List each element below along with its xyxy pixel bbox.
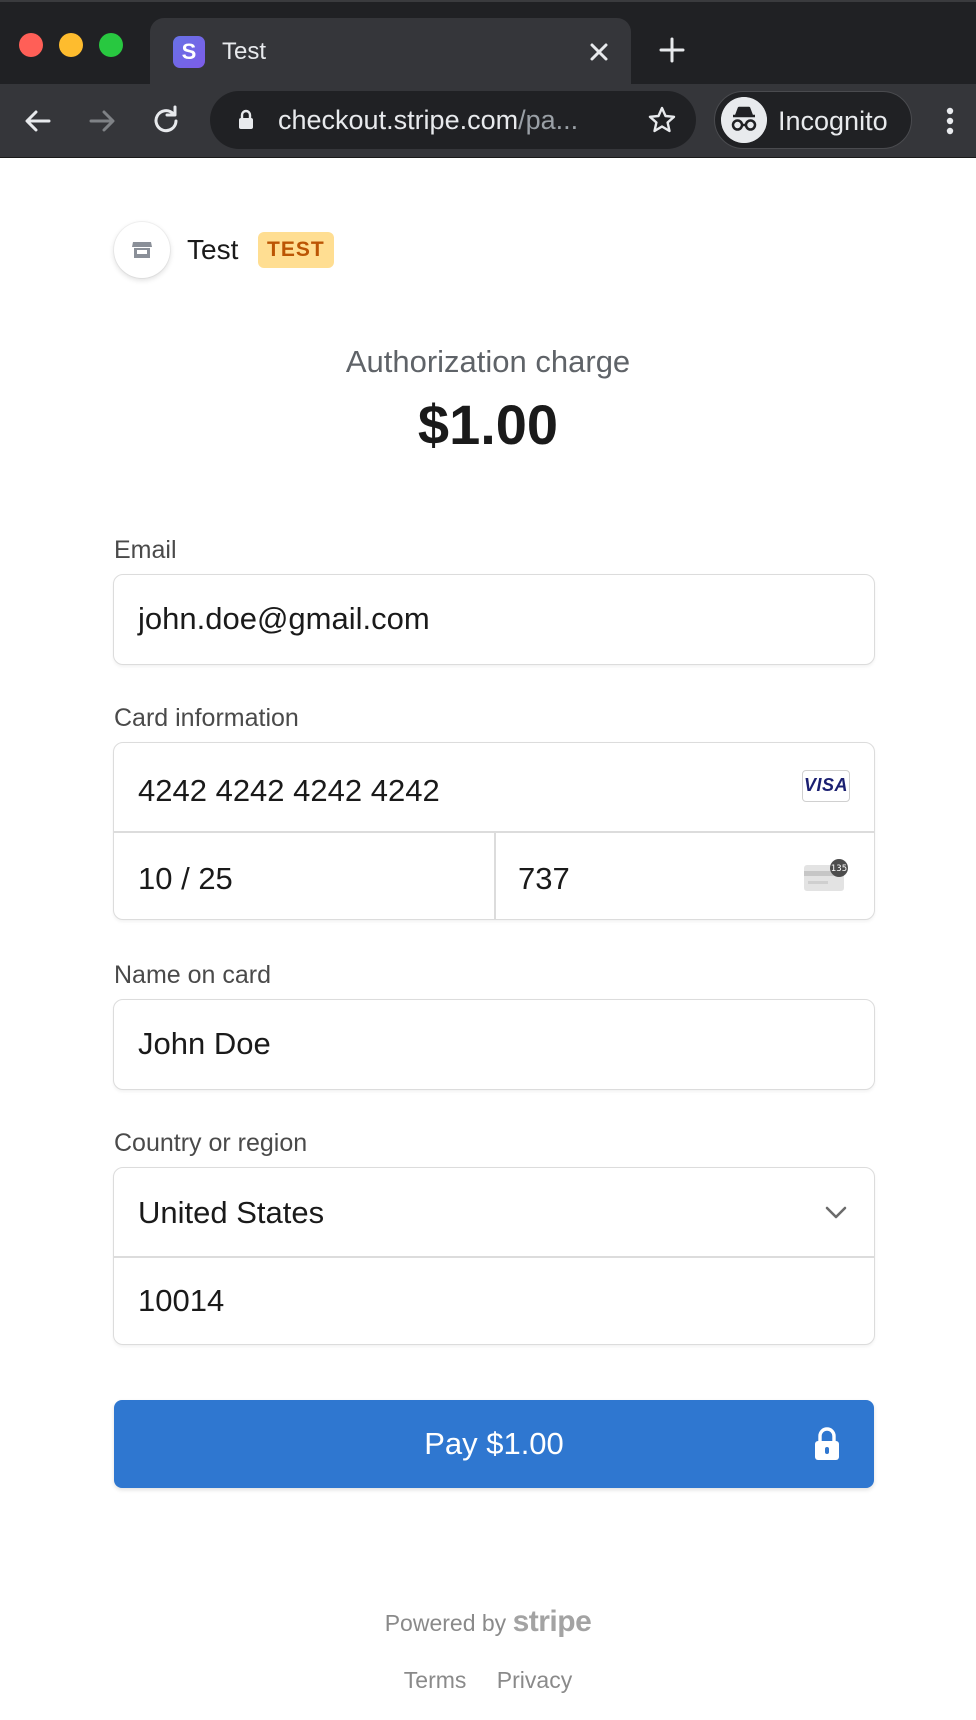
back-arrow-icon[interactable] xyxy=(18,101,58,141)
incognito-label: Incognito xyxy=(778,106,888,136)
merchant-name: Test xyxy=(187,234,239,265)
email-label: Email xyxy=(114,536,177,564)
test-mode-badge: TEST xyxy=(258,232,334,268)
card-number-input[interactable]: 4242 4242 4242 4242 xyxy=(138,771,440,811)
card-cvc-input[interactable]: 737 xyxy=(518,859,570,899)
stripe-logo: stripe xyxy=(512,1605,592,1638)
cvc-card-icon: 135 xyxy=(804,859,848,891)
name-on-card-field[interactable]: John Doe xyxy=(113,999,875,1090)
window-close-button[interactable] xyxy=(19,33,43,57)
country-select[interactable]: United States xyxy=(138,1193,324,1233)
name-on-card-input[interactable]: John Doe xyxy=(138,1024,271,1064)
pay-button[interactable]: Pay $1.00 xyxy=(114,1400,874,1488)
privacy-link[interactable]: Privacy xyxy=(497,1667,572,1693)
window-minimize-button[interactable] xyxy=(59,33,83,57)
name-on-card-label: Name on card xyxy=(114,961,272,989)
close-icon[interactable] xyxy=(583,36,615,68)
powered-by-stripe[interactable]: Powered by stripe xyxy=(0,1606,976,1639)
divider xyxy=(494,831,496,919)
country-region-label: Country or region xyxy=(114,1129,308,1157)
browser-tab-active[interactable]: S Test xyxy=(150,18,631,86)
email-field[interactable]: john.doe@gmail.com xyxy=(113,574,875,665)
visa-card-brand-icon: VISA xyxy=(802,770,850,802)
lock-icon[interactable] xyxy=(234,108,258,132)
pay-button-label: Pay $1.00 xyxy=(424,1426,564,1461)
window-zoom-button[interactable] xyxy=(99,33,123,57)
merchant-logo xyxy=(114,222,170,278)
url-host: checkout.stripe.com xyxy=(278,105,519,135)
terms-link[interactable]: Terms xyxy=(404,1667,467,1693)
email-input[interactable]: john.doe@gmail.com xyxy=(138,599,430,639)
address-bar[interactable]: checkout.stripe.com/pa... xyxy=(210,91,696,149)
postal-code-input[interactable]: 10014 xyxy=(138,1281,224,1321)
cvc-hint-digits: 135 xyxy=(831,864,847,874)
incognito-profile-button[interactable]: Incognito xyxy=(714,91,912,149)
divider xyxy=(114,1256,874,1258)
kebab-menu-icon[interactable] xyxy=(934,101,966,141)
stripe-favicon-icon: S xyxy=(173,36,205,68)
storefront-icon xyxy=(132,242,152,258)
browser-tab-strip: S Test xyxy=(0,0,976,86)
new-tab-plus-icon[interactable] xyxy=(656,34,688,66)
chevron-down-icon[interactable] xyxy=(822,1198,850,1226)
reload-icon[interactable] xyxy=(146,101,186,141)
lock-icon xyxy=(815,1427,839,1460)
powered-by-text: Powered by xyxy=(384,1610,507,1636)
card-expiry-input[interactable]: 10 / 25 xyxy=(138,859,233,899)
tab-title: Test xyxy=(222,38,267,65)
url-path: /pa... xyxy=(518,105,579,135)
url-text: checkout.stripe.com/pa... xyxy=(278,104,578,136)
forward-arrow-icon[interactable] xyxy=(82,101,122,141)
country-region-group: United States 10014 xyxy=(113,1167,875,1345)
charge-amount: $1.00 xyxy=(417,393,559,456)
footer-links: Terms Privacy xyxy=(0,1664,976,1696)
bookmark-star-icon[interactable] xyxy=(646,104,678,136)
incognito-icon xyxy=(721,97,767,143)
browser-toolbar: checkout.stripe.com/pa... Incognito xyxy=(0,84,976,158)
charge-description: Authorization charge xyxy=(345,344,631,379)
card-information-label: Card information xyxy=(114,704,299,732)
card-information-group: 4242 4242 4242 4242 VISA 10 / 25 737 135 xyxy=(113,742,875,920)
